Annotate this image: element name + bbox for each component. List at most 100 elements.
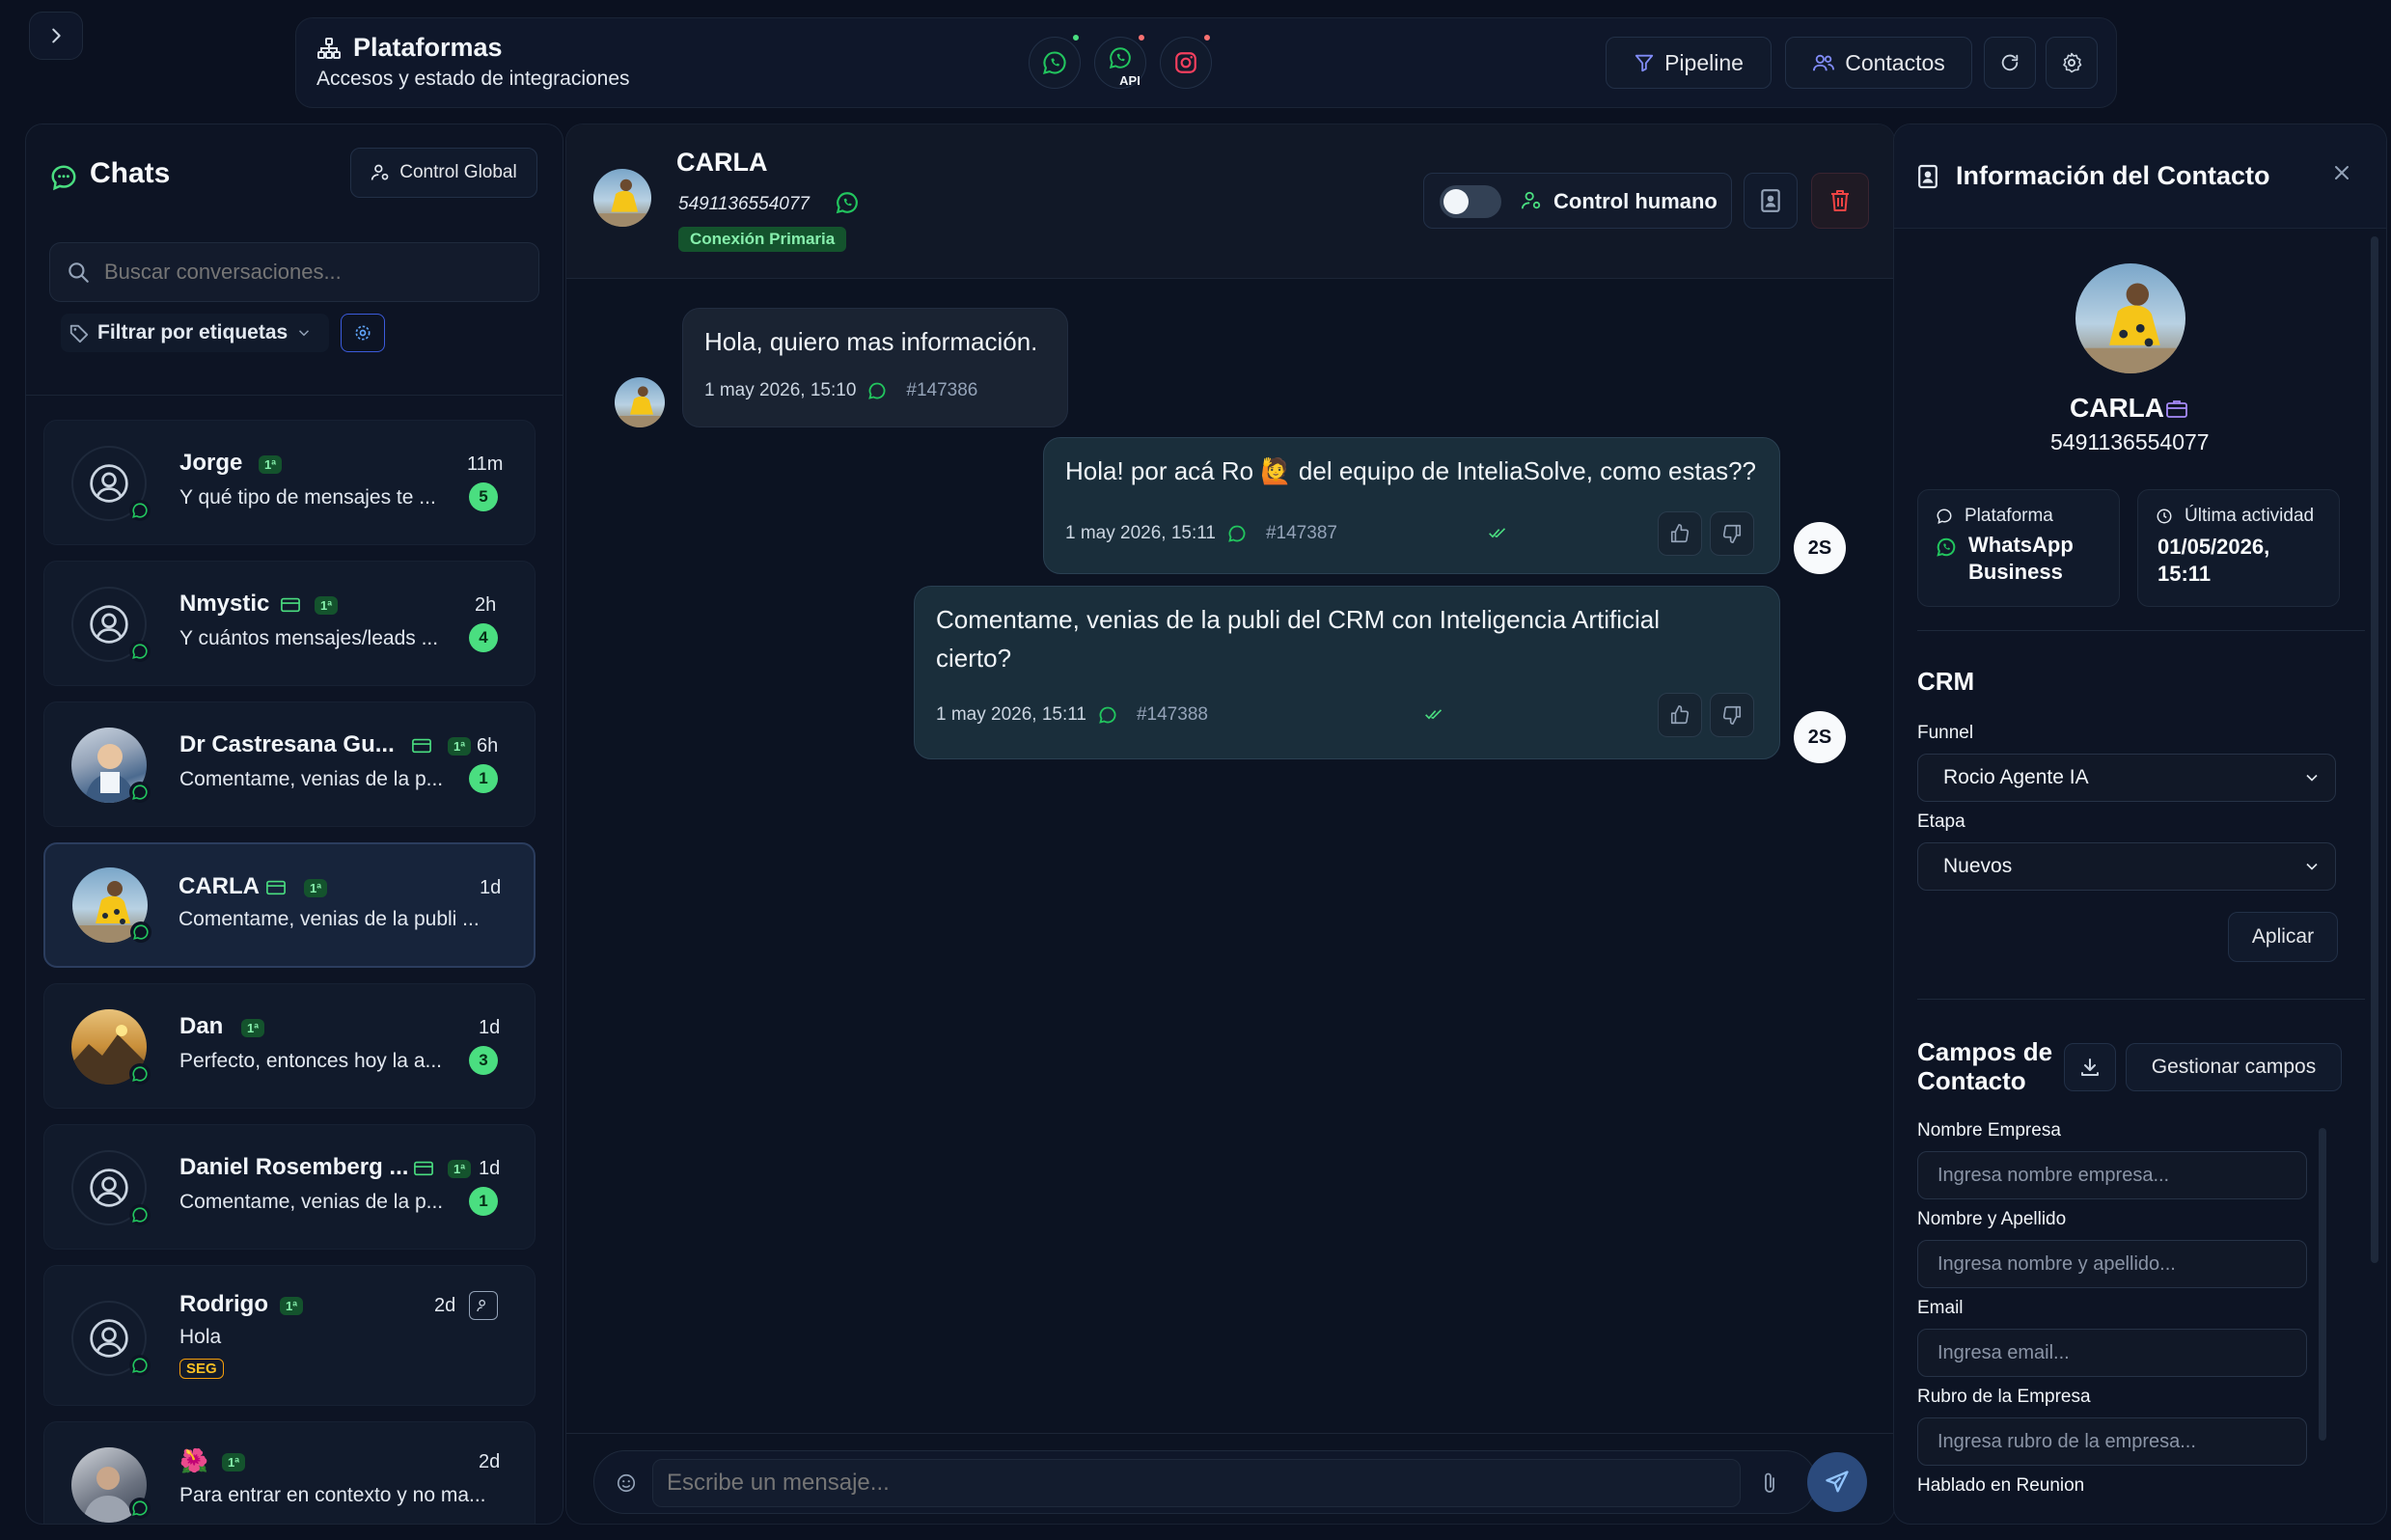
first-contact-tag: 1ª <box>241 1019 265 1037</box>
thumbs-down-button[interactable] <box>1710 511 1754 556</box>
contacts-button[interactable]: Contactos <box>1785 37 1972 89</box>
contact-name: Rodrigo <box>179 1291 268 1317</box>
contact-avatar[interactable] <box>593 169 651 227</box>
chat-preview: Comentame, venias de la p... <box>179 1191 444 1213</box>
filter-settings-button[interactable] <box>341 314 385 352</box>
thumbs-down-button[interactable] <box>1710 693 1754 737</box>
user-cog-icon <box>1521 190 1542 211</box>
search-input[interactable] <box>104 260 509 285</box>
whatsapp-icon <box>868 382 886 399</box>
first-contact-tag: 1ª <box>448 737 472 756</box>
thumbs-down-icon <box>1722 705 1742 725</box>
switch-knob <box>1443 189 1469 214</box>
last-activity-card: Última actividad 01/05/2026, 15:11 <box>2137 489 2340 607</box>
message-bubble-incoming[interactable]: Hola, quiero mas información. 1 may 2026… <box>682 308 1068 427</box>
contact-card-icon <box>1917 163 1938 190</box>
smile-icon <box>617 1473 636 1493</box>
unread-count-badge: 4 <box>469 623 498 652</box>
delete-chat-button[interactable] <box>1811 173 1869 229</box>
message-time: 1 may 2026, 15:10 <box>704 380 857 400</box>
field-label: Nombre Empresa <box>1917 1120 2061 1141</box>
whatsapp-api-icon <box>1109 47 1131 69</box>
settings-button[interactable] <box>2046 37 2098 89</box>
company-name-input[interactable] <box>1917 1151 2307 1199</box>
platform-label: Plataforma <box>1965 506 2053 526</box>
chat-list-item[interactable]: Dan 1ª 1d Perfecto, entonces hoy la a...… <box>43 983 536 1109</box>
contact-card-button[interactable] <box>1744 173 1798 229</box>
funnel-select[interactable]: Rocio Agente IA <box>1917 754 2336 802</box>
chat-preview: Perfecto, entonces hoy la a... <box>179 1050 442 1072</box>
close-button[interactable] <box>2330 161 2353 184</box>
platform-value-line-2: Business <box>1968 560 2063 584</box>
contact-name: Nmystic <box>179 591 270 617</box>
emoji-button[interactable] <box>616 1472 637 1494</box>
human-control-toggle-wrap: Control humano <box>1423 173 1732 229</box>
message-bubble-outgoing[interactable]: Hola! por acá Ro 🙋 del equipo de Intelia… <box>1043 437 1780 574</box>
divider <box>1917 630 2365 631</box>
attach-button[interactable] <box>1762 1471 1777 1496</box>
chevron-right-icon <box>52 28 61 43</box>
thumbs-up-button[interactable] <box>1658 511 1702 556</box>
conversation-panel: CARLA 5491136554077 Conexión Primaria Co… <box>565 124 1895 1525</box>
connection-badge: Conexión Primaria <box>678 227 847 252</box>
first-contact-tag: 1ª <box>315 596 339 615</box>
message-time: 1 may 2026, 15:11 <box>1065 523 1216 543</box>
sidebar-toggle-button[interactable] <box>29 12 83 60</box>
chat-preview: Y cuántos mensajes/leads ... <box>179 627 439 649</box>
instagram-status-dot <box>1202 33 1212 42</box>
chat-time: 2d <box>479 1451 501 1472</box>
chat-time: 6h <box>477 735 499 756</box>
chat-list-item[interactable]: Jorge 1ª 11m Y qué tipo de mensajes te .… <box>43 420 536 545</box>
message-time: 1 may 2026, 15:11 <box>936 704 1086 725</box>
whatsapp-icon <box>129 1063 151 1085</box>
email-input[interactable] <box>1917 1329 2307 1377</box>
chat-list-item[interactable]: Nmystic 1ª 2h Y cuántos mensajes/leads .… <box>43 561 536 686</box>
refresh-button[interactable] <box>1984 37 2036 89</box>
business-icon <box>265 877 287 896</box>
contact-name: 🌺 <box>179 1448 208 1474</box>
platform-value-line-1: WhatsApp <box>1968 533 2074 557</box>
instagram-icon <box>1175 52 1196 73</box>
field-label: Rubro de la Empresa <box>1917 1387 2091 1407</box>
apply-button[interactable]: Aplicar <box>2228 912 2338 962</box>
message-text: Hola! por acá Ro 🙋 del equipo de Intelia… <box>1065 456 1757 485</box>
user-placeholder-icon <box>90 1319 128 1358</box>
scrollbar[interactable] <box>2371 236 2378 1263</box>
message-bubble-outgoing[interactable]: Comentame, venias de la publi del CRM co… <box>914 586 1780 759</box>
tag-filter-dropdown[interactable]: Filtrar por etiquetas <box>61 314 329 352</box>
whatsapp-icon <box>129 1355 151 1376</box>
thumbs-up-icon <box>1670 524 1690 543</box>
chat-list-item[interactable]: 🌺 1ª 2d Para entrar en contexto y no ma.… <box>43 1421 536 1524</box>
full-name-input[interactable] <box>1917 1240 2307 1288</box>
contact-name: Jorge <box>179 450 243 476</box>
search-box[interactable] <box>49 242 539 302</box>
send-button[interactable] <box>1807 1452 1867 1512</box>
assign-agent-button[interactable] <box>469 1291 498 1320</box>
field-label: Email <box>1917 1298 1964 1318</box>
last-activity-date: 01/05/2026, <box>2157 535 2270 559</box>
chat-list-item[interactable]: Rodrigo 1ª 2d Hola SEG <box>43 1265 536 1406</box>
fields-scrollbar[interactable] <box>2319 1128 2326 1441</box>
stage-select[interactable]: Nuevos <box>1917 842 2336 891</box>
thumbs-up-button[interactable] <box>1658 693 1702 737</box>
chat-list-item[interactable]: Dr Castresana Gu... 1ª 6h Comentame, ven… <box>43 701 536 827</box>
download-fields-button[interactable] <box>2064 1043 2116 1091</box>
chat-time: 2d <box>434 1295 456 1316</box>
manage-fields-button[interactable]: Gestionar campos <box>2126 1043 2342 1091</box>
chat-list-item[interactable]: Daniel Rosemberg ... 1ª 1d Comentame, ve… <box>43 1124 536 1250</box>
composer-divider <box>566 1433 1894 1434</box>
message-input[interactable] <box>652 1459 1741 1507</box>
chat-list-item-active[interactable]: CARLA 1ª 1d Comentame, venias de la publ… <box>43 842 536 968</box>
instagram-platform-button[interactable] <box>1160 37 1212 89</box>
industry-input[interactable] <box>1917 1417 2307 1466</box>
tag-icon <box>69 324 89 344</box>
whatsapp-platform-button[interactable] <box>1029 37 1081 89</box>
user-placeholder-icon <box>90 605 128 644</box>
human-control-switch[interactable] <box>1440 185 1501 218</box>
contact-phone: 5491136554077 <box>678 194 810 214</box>
message-id: #147387 <box>1265 523 1337 543</box>
global-control-button[interactable]: Control Global <box>350 148 537 198</box>
message-text-line-2: cierto? <box>936 644 1012 673</box>
pipeline-button[interactable]: Pipeline <box>1606 37 1772 89</box>
field-label: Nombre y Apellido <box>1917 1209 2067 1229</box>
